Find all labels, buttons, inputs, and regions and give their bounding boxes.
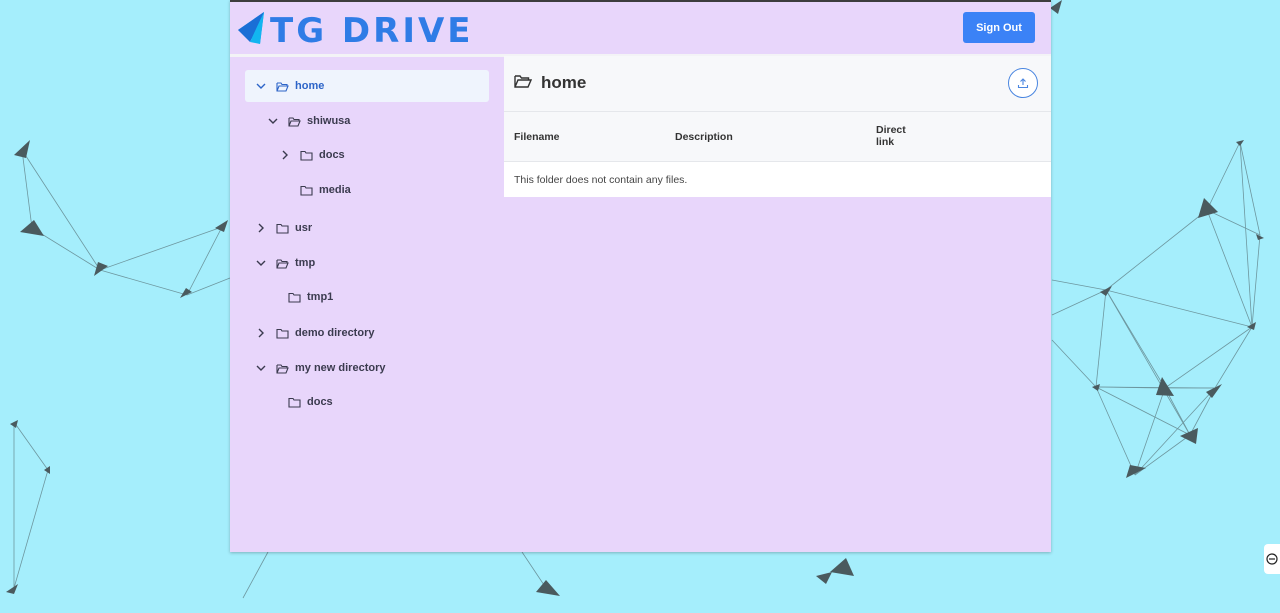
tree-item-label: my new directory <box>295 362 386 374</box>
chevron-down-icon[interactable] <box>252 359 270 377</box>
tree-item-label: docs <box>319 149 345 161</box>
tree-item-my-new-directory[interactable]: my new directory <box>245 352 489 384</box>
tree-item-docs[interactable]: docs <box>269 139 489 171</box>
tree-item-label: shiwusa <box>307 115 351 127</box>
column-header-filename: Filename <box>514 131 560 143</box>
folder-open-icon <box>274 255 290 271</box>
column-header-direct-link: Direct link <box>876 124 906 148</box>
tree-item-home[interactable]: home <box>245 70 489 102</box>
folder-open-icon <box>274 78 290 94</box>
tree-item-label: tmp <box>295 257 316 269</box>
folder-open-icon <box>286 113 302 129</box>
chevron-down-icon[interactable] <box>252 254 270 272</box>
folder-icon <box>286 394 302 410</box>
empty-folder-message: This folder does not contain any files. <box>514 174 688 186</box>
chevron-down-icon[interactable] <box>264 112 282 130</box>
tree-item-tmp1[interactable]: tmp1 <box>257 281 489 313</box>
table-header: Filename Description Direct link <box>504 112 1051 162</box>
side-widget-icon[interactable] <box>1264 544 1280 574</box>
panel-header: home <box>504 56 1051 112</box>
sign-out-button[interactable]: Sign Out <box>963 12 1035 43</box>
tree-item-tmp[interactable]: tmp <box>245 247 489 279</box>
tree-item-shiwusa[interactable]: shiwusa <box>257 105 489 137</box>
tree-item-label: home <box>295 80 325 92</box>
current-folder-title: home <box>541 73 587 92</box>
folder-icon <box>298 182 314 198</box>
top-bar: TG DRIVE Sign Out <box>230 2 1051 57</box>
tree-item-label: docs <box>307 396 333 408</box>
tree-item-label: usr <box>295 222 313 234</box>
tree-item-docs[interactable]: docs <box>257 386 489 418</box>
tree-item-label: media <box>319 184 351 196</box>
paper-plane-logo-icon <box>236 12 266 49</box>
app-window: TG DRIVE Sign Out home shiwusa docs medi… <box>230 0 1051 552</box>
folder-icon <box>274 325 290 341</box>
chevron-right-icon[interactable] <box>252 324 270 342</box>
chevron-right-icon[interactable] <box>252 219 270 237</box>
logo: TG DRIVE <box>236 12 474 49</box>
folder-open-icon <box>274 360 290 376</box>
chevron-down-icon[interactable] <box>252 77 270 95</box>
tree-item-label: tmp1 <box>307 291 334 303</box>
folder-icon <box>274 220 290 236</box>
upload-icon <box>1017 77 1029 89</box>
column-header-description: Description <box>675 131 733 143</box>
file-panel: home Filename Description Direct link Th… <box>504 56 1051 197</box>
folder-icon <box>298 147 314 163</box>
app-title: TG DRIVE <box>270 10 474 51</box>
tree-item-demo-directory[interactable]: demo directory <box>245 317 489 349</box>
folder-icon <box>286 289 302 305</box>
tree-item-usr[interactable]: usr <box>245 212 489 244</box>
tree-item-label: demo directory <box>295 327 375 339</box>
folder-open-icon <box>514 74 533 94</box>
upload-button[interactable] <box>1008 68 1038 98</box>
tree-item-media[interactable]: media <box>269 174 489 206</box>
chevron-right-icon[interactable] <box>276 146 294 164</box>
